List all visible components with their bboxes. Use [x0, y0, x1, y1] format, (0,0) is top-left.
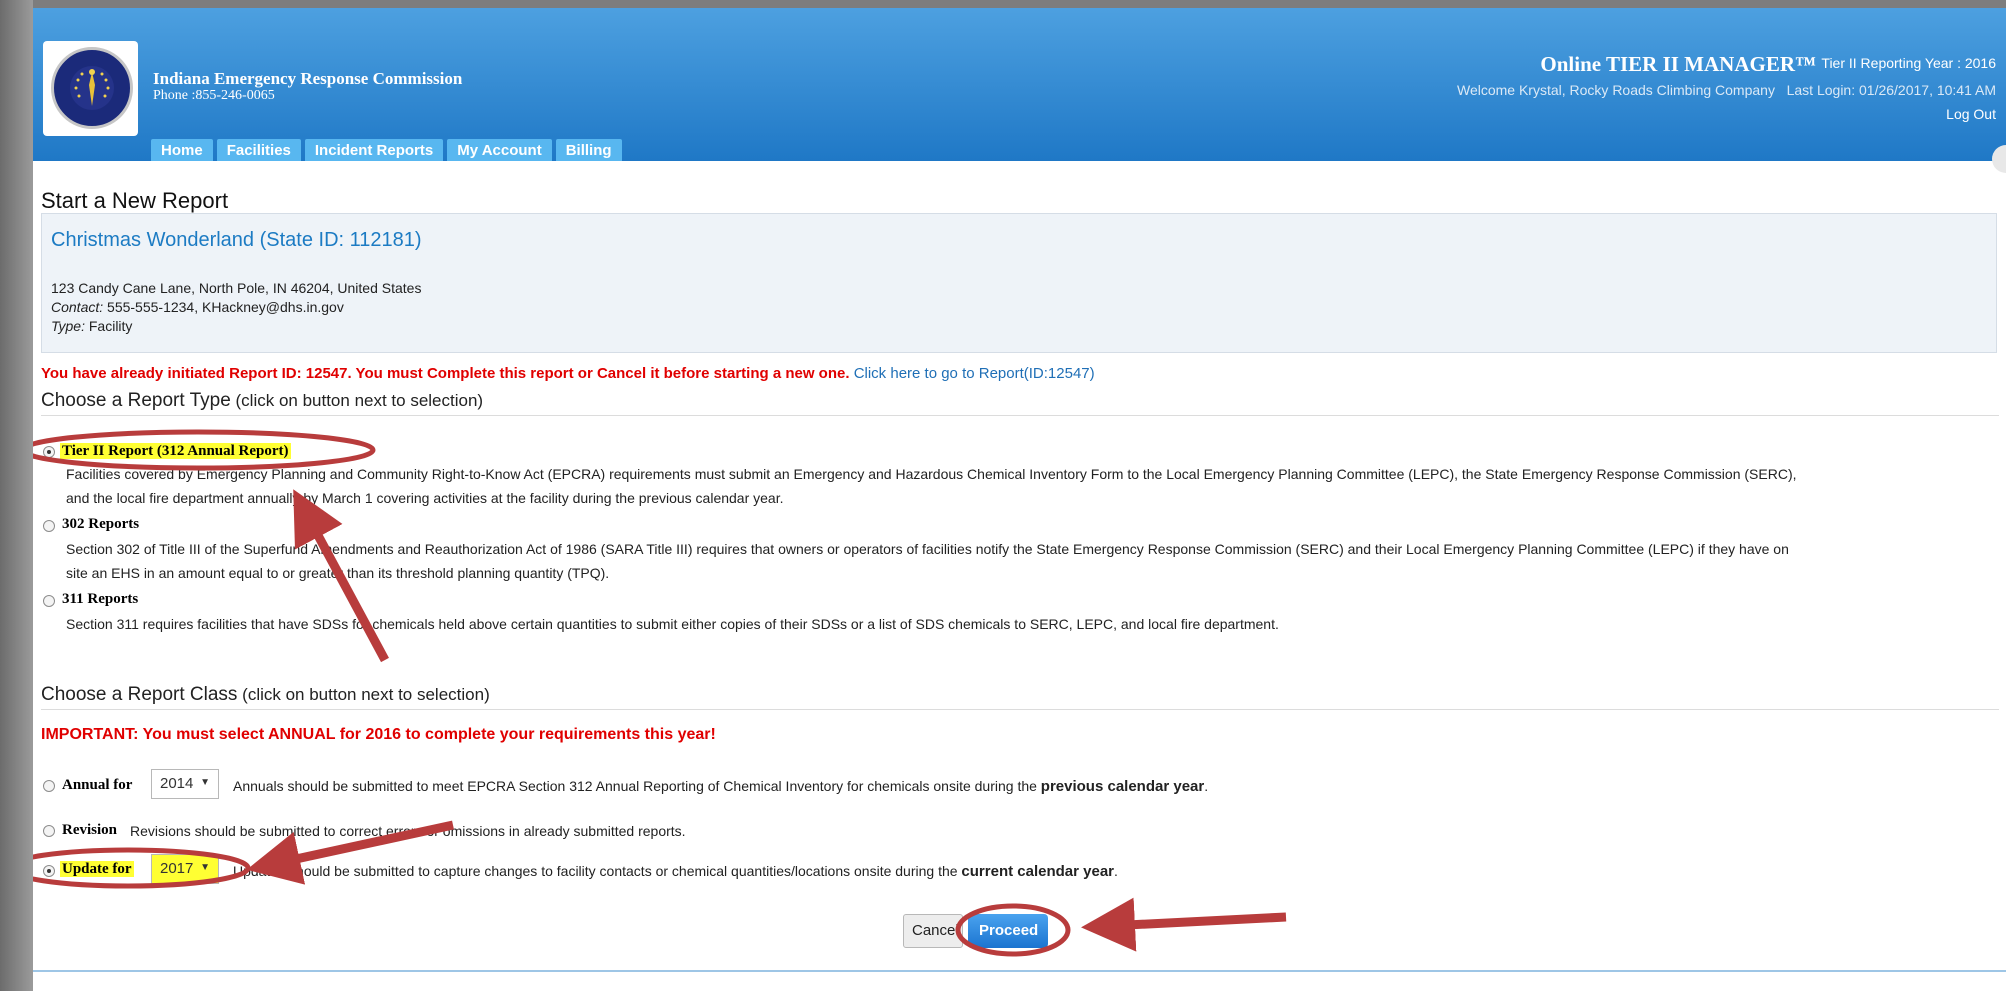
update-desc-a: Updates should be submitted to capture c… — [233, 863, 962, 879]
type-label: Type: — [51, 318, 85, 334]
radio-annual[interactable] — [43, 780, 55, 792]
feedback-tab-handle[interactable] — [1992, 145, 2006, 173]
311-desc-line1: Section 311 requires facilities that hav… — [66, 616, 1279, 632]
warning-text: You have already initiated Report ID: 12… — [41, 365, 850, 382]
chevron-down-icon: ▼ — [200, 777, 210, 788]
tier2-desc-line1: Facilities covered by Emergency Planning… — [66, 466, 1797, 482]
tab-home[interactable]: Home — [151, 139, 213, 161]
update-year-value: 2017 — [160, 860, 194, 877]
302-desc-line2: site an EHS in an amount equal to or gre… — [66, 565, 610, 581]
annual-desc-a: Annuals should be submitted to meet EPCR… — [233, 778, 1041, 794]
tab-my-account[interactable]: My Account — [447, 139, 552, 161]
type-value: Facility — [84, 318, 133, 334]
update-label[interactable]: Update for — [60, 861, 134, 878]
contact-value: 555-555-1234, KHackney@dhs.in.gov — [103, 299, 344, 315]
report-type-heading: Choose a Report Type (click on button ne… — [41, 390, 483, 412]
tier2-report-desc: Facilities covered by Emergency Planning… — [66, 462, 1996, 510]
radio-update[interactable] — [43, 865, 55, 877]
tier2-report-text: Tier II Report (312 Annual Report) — [60, 443, 291, 459]
facility-card: Christmas Wonderland (State ID: 112181) … — [41, 213, 1997, 353]
report-class-title: Choose a Report Class — [41, 684, 238, 705]
update-label-text: Update for — [60, 861, 134, 877]
divider — [41, 709, 1999, 710]
annotation-arrow — [1081, 897, 1287, 952]
go-to-report-link[interactable]: Click here to go to Report(ID:12547) — [854, 365, 1095, 382]
chevron-down-icon: ▼ — [200, 862, 210, 873]
welcome-text: Welcome Krystal, Rocky Roads Climbing Co… — [1456, 82, 1996, 98]
revision-desc: Revisions should be submitted to correct… — [130, 823, 686, 839]
existing-report-warning: You have already initiated Report ID: 12… — [41, 365, 1095, 382]
annual-desc-b: previous calendar year — [1040, 778, 1205, 795]
facility-contact: Contact: 555-555-1234, KHackney@dhs.in.g… — [51, 299, 344, 315]
radio-302-reports[interactable] — [43, 520, 55, 532]
browser-page: Indiana Emergency Response Commission Ph… — [33, 8, 2006, 991]
311-reports-desc: Section 311 requires facilities that hav… — [66, 612, 1996, 636]
report-type-title: Choose a Report Type — [41, 390, 231, 411]
radio-311-reports[interactable] — [43, 595, 55, 607]
facility-address: 123 Candy Cane Lane, North Pole, IN 4620… — [51, 280, 422, 296]
cancel-button[interactable]: Cancel — [903, 914, 963, 948]
main-nav: Home Facilities Incident Reports My Acco… — [151, 139, 622, 161]
iercs-seal-logo — [51, 47, 133, 129]
page-title: Start a New Report — [41, 188, 229, 213]
annual-year-select[interactable]: 2014 ▼ — [151, 769, 219, 799]
tier2-report-label[interactable]: Tier II Report (312 Annual Report) — [60, 443, 291, 460]
org-name: Indiana Emergency Response Commission — [153, 69, 463, 88]
annual-year-value: 2014 — [160, 775, 194, 792]
tier2-desc-line2: and the local fire department annually b… — [66, 490, 784, 506]
302-reports-desc: Section 302 of Title III of the Superfun… — [66, 537, 1996, 585]
app-title: Online TIER II MANAGER™ — [1540, 52, 1816, 76]
important-notice: IMPORTANT: You must select ANNUAL for 20… — [41, 726, 716, 743]
footer-divider — [33, 970, 2006, 972]
update-desc-c: . — [1114, 863, 1118, 879]
tab-incident-reports[interactable]: Incident Reports — [304, 139, 444, 161]
reporting-year: Tier II Reporting Year : 2016 — [1821, 55, 1996, 71]
update-desc-b: current calendar year — [961, 863, 1114, 880]
update-desc: Updates should be submitted to capture c… — [233, 863, 1118, 880]
update-year-select[interactable]: 2017 ▼ — [151, 854, 219, 884]
logout-link[interactable]: Log Out — [1946, 106, 1996, 122]
report-class-hint: (click on button next to selection) — [237, 685, 490, 704]
logo-container — [43, 41, 138, 136]
window-shadow — [0, 0, 33, 991]
org-phone: Phone :855-246-0065 — [153, 88, 275, 103]
tab-billing[interactable]: Billing — [555, 139, 622, 161]
facility-name: Christmas Wonderland (State ID: 112181) — [51, 229, 422, 251]
contact-label: Contact: — [51, 299, 104, 315]
311-reports-label[interactable]: 311 Reports — [62, 591, 138, 608]
site-header: Indiana Emergency Response Commission Ph… — [33, 8, 2006, 173]
radio-revision[interactable] — [43, 825, 55, 837]
annual-label[interactable]: Annual for — [62, 777, 132, 794]
proceed-button[interactable]: Proceed — [968, 914, 1048, 948]
radio-tier2-report[interactable] — [43, 446, 55, 458]
report-type-hint: (click on button next to selection) — [230, 391, 484, 410]
facility-type: Type: Facility — [51, 318, 132, 334]
302-desc-line1: Section 302 of Title III of the Superfun… — [66, 541, 1789, 557]
revision-label[interactable]: Revision — [62, 822, 117, 839]
annual-desc-c: . — [1204, 778, 1209, 794]
report-class-heading: Choose a Report Class (click on button n… — [41, 684, 490, 706]
annual-desc: Annuals should be submitted to meet EPCR… — [233, 778, 1208, 795]
302-reports-label[interactable]: 302 Reports — [62, 516, 139, 533]
divider — [41, 415, 1999, 416]
annotation-arrow — [293, 489, 389, 663]
tab-facilities[interactable]: Facilities — [216, 139, 301, 161]
